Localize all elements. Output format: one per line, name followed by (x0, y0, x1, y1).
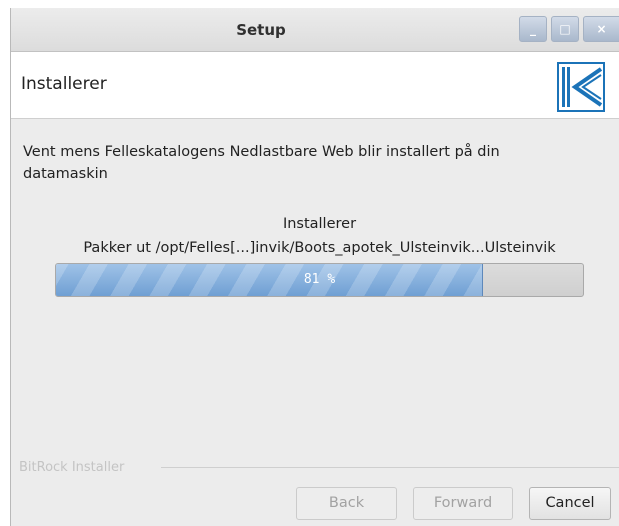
forward-button[interactable]: Forward (413, 487, 513, 520)
installer-brand: BitRock Installer (19, 460, 125, 475)
footer-divider (161, 467, 619, 468)
install-content: Vent mens Felleskatalogens Nedlastbare W… (11, 119, 619, 459)
maximize-button[interactable]: □ (551, 16, 579, 42)
minimize-button[interactable]: _ (519, 16, 547, 42)
progress-heading: Installerer (282, 216, 357, 232)
progress-percent: 81 % (303, 272, 336, 287)
cancel-button[interactable]: Cancel (529, 487, 611, 520)
back-button[interactable]: Back (296, 487, 397, 520)
progress-file-path: Pakker ut /opt/Felles[...]invik/Boots_ap… (83, 240, 556, 256)
window-title: Setup (236, 21, 286, 39)
progress-bar: 81 % (55, 263, 584, 297)
title-bar[interactable]: Setup _ □ × (11, 8, 619, 52)
page-header: Installerer (11, 52, 619, 119)
setup-window: Setup _ □ × Installerer Vent mens Felles… (10, 8, 619, 526)
install-description: Vent mens Felleskatalogens Nedlastbare W… (23, 144, 500, 182)
k-logo-icon (557, 62, 605, 112)
close-button[interactable]: × (583, 16, 619, 42)
page-title: Installerer (21, 74, 107, 94)
